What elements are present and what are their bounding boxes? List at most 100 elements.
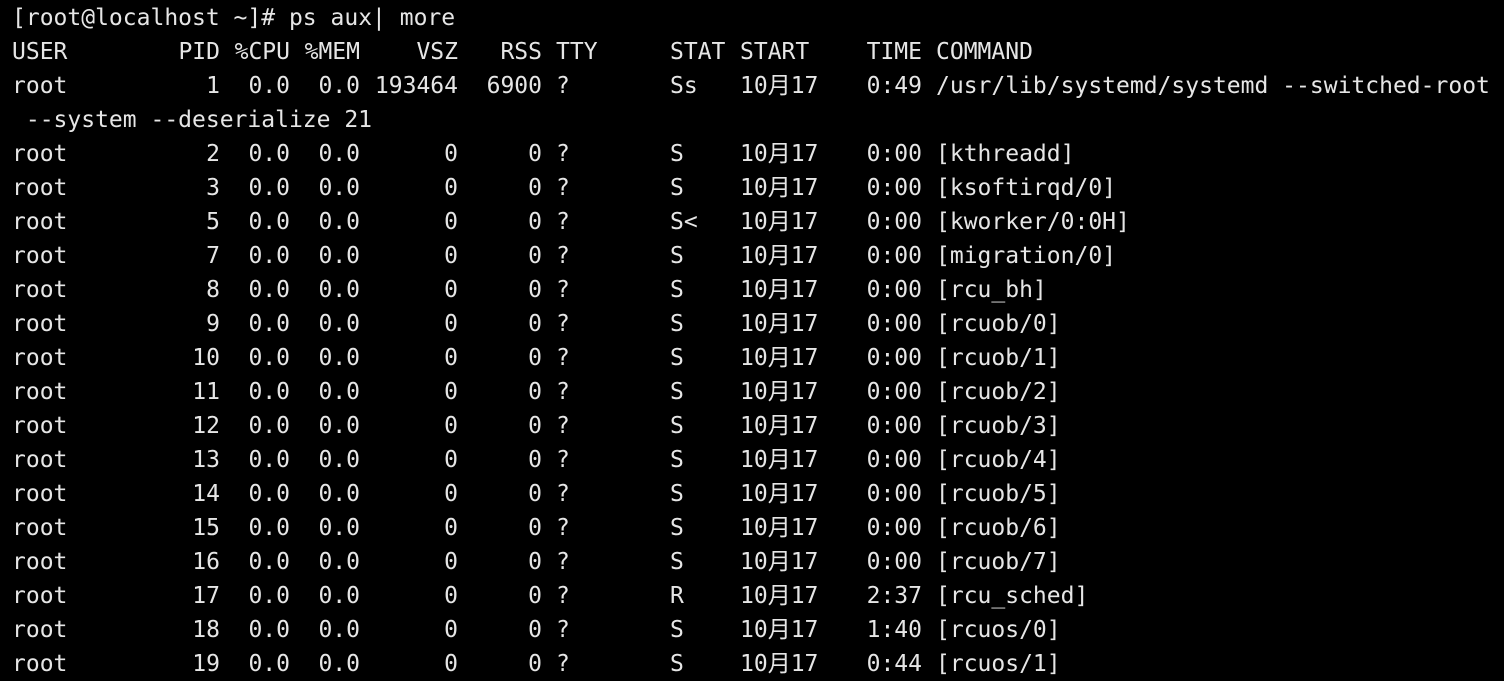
cell-vsz: 0 (444, 209, 458, 235)
cell-stat: S (670, 481, 684, 507)
cell-cpu: 0.0 (248, 413, 290, 439)
cell-stat: S (670, 175, 684, 201)
cell-command: [kthreadd] (936, 141, 1075, 167)
cell-pid: 18 (192, 617, 220, 643)
process-row: root 3 0.0 0.0 0 0? S 10月17 0:00 [ksoftirqd/0] (12, 171, 1504, 205)
cell-command: [rcuos/0] (936, 617, 1061, 643)
cell-pid: 14 (192, 481, 220, 507)
cell-cpu: 0.0 (248, 515, 290, 541)
cell-cpu: 0.0 (248, 73, 290, 99)
process-row: root 1 0.0 0.0 193464 6900? Ss 10月17 0:49/usr/li… (12, 69, 1504, 103)
cell-user: root (12, 175, 68, 201)
cell-rss: 0 (528, 311, 542, 337)
cell-rss: 0 (528, 651, 542, 677)
header-tty: TTY (556, 39, 598, 65)
cell-cpu: 0.0 (248, 243, 290, 269)
cell-user: root (12, 379, 68, 405)
cell-cpu: 0.0 (248, 141, 290, 167)
cell-pid: 10 (192, 345, 220, 371)
process-row: root 13 0.0 0.0 0 0? S 10月17 0:00 [rcuob/4] (12, 443, 1504, 477)
cell-rss: 0 (528, 209, 542, 235)
cell-pid: 9 (206, 311, 220, 337)
cell-cpu: 0.0 (248, 481, 290, 507)
cell-user: root (12, 311, 68, 337)
process-row: root 14 0.0 0.0 0 0? S 10月17 0:00 [rcuob/5] (12, 477, 1504, 511)
cell-mem: 0.0 (318, 243, 360, 269)
cell-pid: 16 (192, 549, 220, 575)
cell-command: [rcuob/4] (936, 447, 1061, 473)
process-row: root 10 0.0 0.0 0 0? S 10月17 0:00 [rcuob/1] (12, 341, 1504, 375)
cell-cpu: 0.0 (248, 617, 290, 643)
cell-start: 10月17 (740, 345, 819, 371)
cell-command: [rcuob/6] (936, 515, 1061, 541)
cell-rss: 0 (528, 277, 542, 303)
process-row: root 12 0.0 0.0 0 0? S 10月17 0:00 [rcuob/3] (12, 409, 1504, 443)
cell-tty: ? (556, 311, 570, 337)
cell-user: root (12, 481, 68, 507)
cell-time: 0:00 (866, 243, 922, 269)
cell-mem: 0.0 (318, 413, 360, 439)
cell-stat: S (670, 277, 684, 303)
cell-command: [rcuob/1] (936, 345, 1061, 371)
cell-stat: R (670, 583, 684, 609)
header-pid: PID (178, 39, 220, 65)
cell-rss: 0 (528, 549, 542, 575)
cell-command: [rcuob/0] (936, 311, 1061, 337)
cell-mem: 0.0 (318, 345, 360, 371)
cell-user: root (12, 617, 68, 643)
cell-stat: S (670, 617, 684, 643)
terminal-window[interactable]: [root@localhost ~]# ps aux| more USER PI… (0, 0, 1504, 680)
cell-user: root (12, 243, 68, 269)
cell-mem: 0.0 (318, 209, 360, 235)
cell-stat: S (670, 413, 684, 439)
cell-tty: ? (556, 141, 570, 167)
cell-cpu: 0.0 (248, 277, 290, 303)
command-wrap-line: --system --deserialize 21 (12, 107, 373, 133)
cell-pid: 5 (206, 209, 220, 235)
cell-tty: ? (556, 73, 570, 99)
cell-rss: 0 (528, 175, 542, 201)
cell-time: 0:00 (866, 311, 922, 337)
process-row: root 2 0.0 0.0 0 0? S 10月17 0:00 [kthreadd] (12, 137, 1504, 171)
cell-rss: 0 (528, 617, 542, 643)
process-row: root 15 0.0 0.0 0 0? S 10月17 0:00 [rcuob/6] (12, 511, 1504, 545)
cell-cpu: 0.0 (248, 651, 290, 677)
cell-command: [rcuob/7] (936, 549, 1061, 575)
cell-pid: 2 (206, 141, 220, 167)
process-row: root 9 0.0 0.0 0 0? S 10月17 0:00 [rcuob/0] (12, 307, 1504, 341)
process-row: root 5 0.0 0.0 0 0? S< 10月17 0:00 [kworker/0:0H] (12, 205, 1504, 239)
cell-start: 10月17 (740, 175, 819, 201)
cell-start: 10月17 (740, 651, 819, 677)
cell-stat: S (670, 141, 684, 167)
cell-start: 10月17 (740, 515, 819, 541)
cell-cpu: 0.0 (248, 379, 290, 405)
cell-user: root (12, 515, 68, 541)
cell-start: 10月17 (740, 73, 819, 99)
cell-tty: ? (556, 651, 570, 677)
cell-time: 0:00 (866, 277, 922, 303)
cell-time: 0:00 (866, 481, 922, 507)
cell-pid: 8 (206, 277, 220, 303)
header-command: COMMAND (936, 39, 1033, 65)
cell-tty: ? (556, 413, 570, 439)
cell-start: 10月17 (740, 277, 819, 303)
cell-pid: 12 (192, 413, 220, 439)
process-row: root 7 0.0 0.0 0 0? S 10月17 0:00 [migration/0] (12, 239, 1504, 273)
cell-pid: 3 (206, 175, 220, 201)
header-rss: RSS (500, 39, 542, 65)
cell-time: 0:49 (866, 73, 922, 99)
cell-time: 0:00 (866, 447, 922, 473)
cell-user: root (12, 583, 68, 609)
cell-time: 0:00 (866, 379, 922, 405)
cell-stat: S (670, 243, 684, 269)
header-user: USER (12, 39, 68, 65)
cell-stat: S (670, 345, 684, 371)
header-mem: %MEM (304, 39, 360, 65)
cell-command: [rcuos/1] (936, 651, 1061, 677)
cell-user: root (12, 73, 68, 99)
header-time: TIME (866, 39, 922, 65)
cell-mem: 0.0 (318, 481, 360, 507)
cell-rss: 0 (528, 447, 542, 473)
process-row: root 18 0.0 0.0 0 0? S 10月17 1:40 [rcuos/0] (12, 613, 1504, 647)
cell-pid: 11 (192, 379, 220, 405)
